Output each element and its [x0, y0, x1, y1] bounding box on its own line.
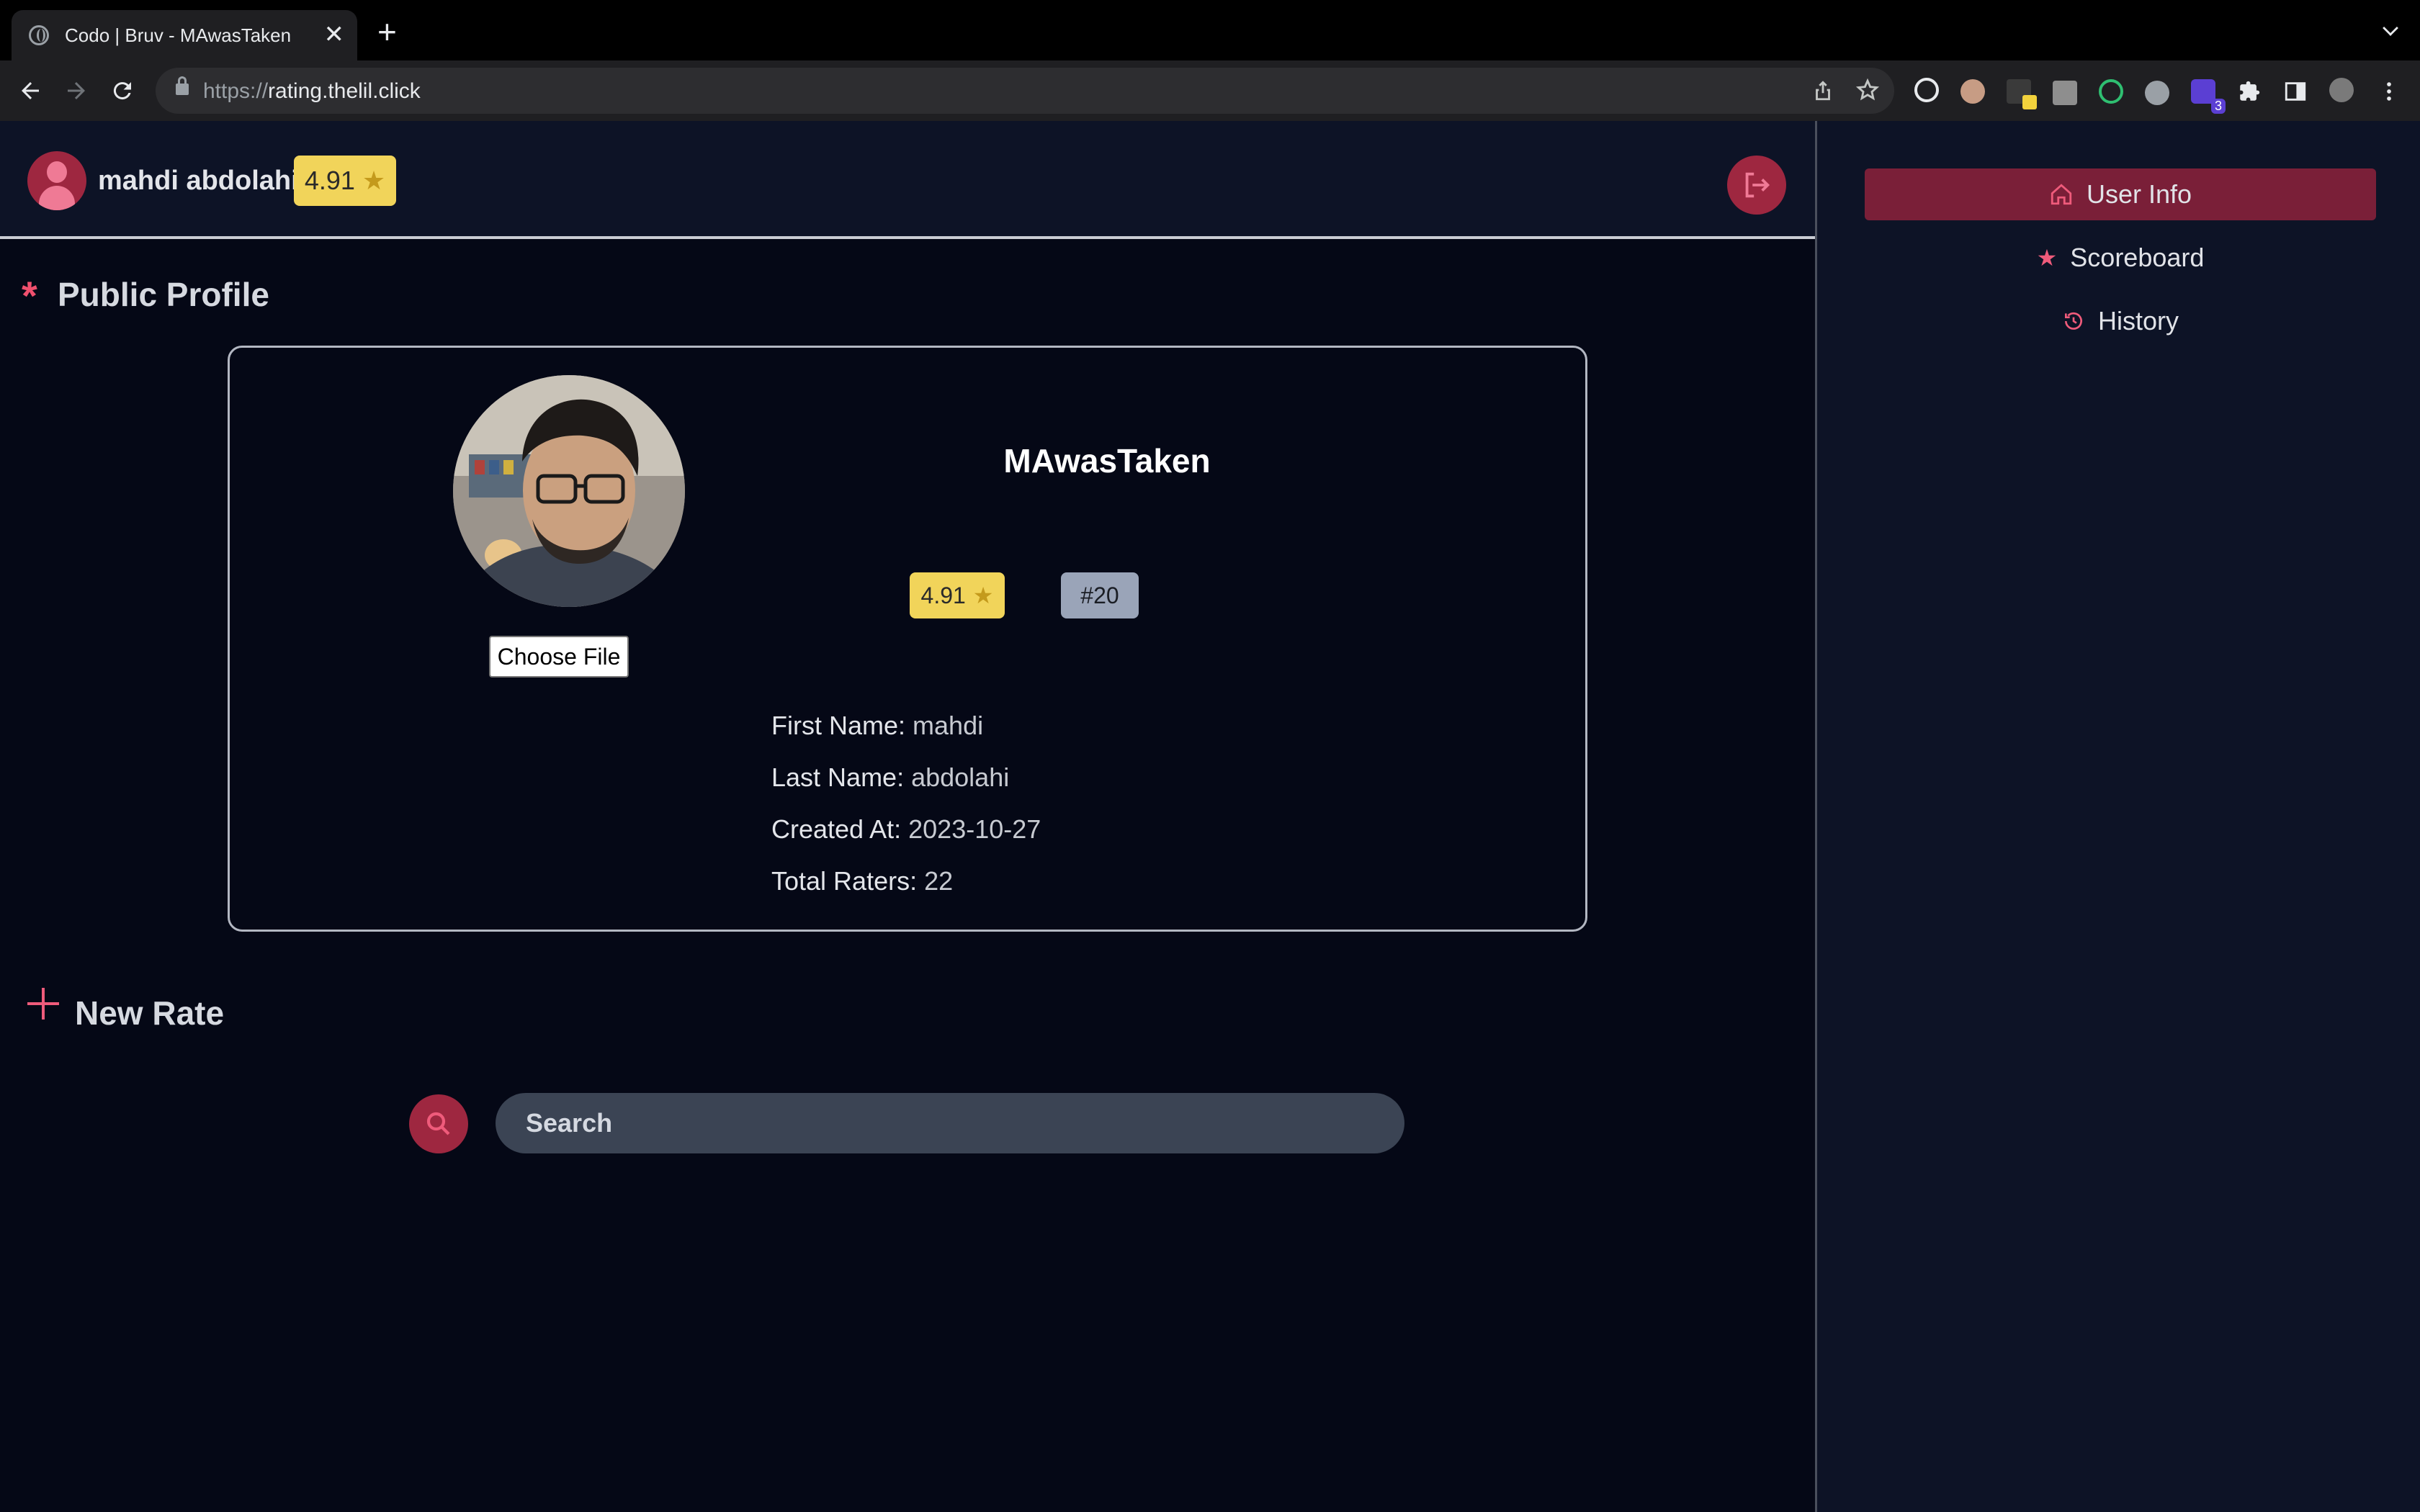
choose-file-button[interactable]: Choose File — [489, 636, 629, 678]
star-icon: ★ — [972, 582, 994, 608]
sidebar: User Info ★ Scoreboard History — [1815, 121, 2420, 1512]
sidebar-item-label: User Info — [2086, 179, 2192, 209]
address-bar[interactable]: https://rating.thelil.click — [156, 68, 1894, 114]
back-icon[interactable] — [17, 78, 43, 104]
share-icon[interactable] — [1811, 78, 1835, 102]
puzzle-extensions-icon[interactable] — [2237, 79, 2262, 104]
sidebar-item-history[interactable]: History — [1865, 295, 2376, 347]
last-name-line: Last Name: abdolahi — [771, 762, 1010, 792]
browser-toolbar: https://rating.thelil.click 3 — [0, 60, 2420, 121]
logout-icon — [1745, 172, 1770, 198]
tab-search-chevron-icon[interactable] — [2383, 20, 2398, 36]
profile-rating-value: 4.91 — [920, 582, 966, 608]
close-tab-icon[interactable]: ✕ — [324, 20, 345, 49]
lock-icon[interactable] — [176, 76, 189, 95]
star-icon: ★ — [2036, 245, 2058, 271]
more-menu-icon[interactable] — [2377, 79, 2401, 104]
extension-pen-icon[interactable] — [2007, 79, 2037, 109]
star-icon: ★ — [362, 166, 386, 195]
extension-face-icon[interactable] — [1960, 79, 1985, 104]
extension-gauge-icon[interactable] — [1914, 78, 1939, 102]
first-name-line: First Name: mahdi — [771, 711, 984, 740]
total-raters-line: Total Raters: 22 — [771, 866, 954, 896]
tab-title: Codo | Bruv - MAwasTaken — [65, 24, 292, 46]
app-header: mahdi abdolahi 4.91 ★ — [0, 121, 1815, 239]
logout-button[interactable] — [1727, 156, 1786, 215]
new-tab-button[interactable]: + — [377, 15, 397, 48]
sidebar-item-label: Scoreboard — [2070, 243, 2205, 272]
new-rate-title: New Rate — [75, 994, 225, 1032]
search-button[interactable] — [409, 1094, 468, 1153]
browser-tab[interactable]: Codo | Bruv - MAwasTaken ✕ — [12, 10, 357, 60]
sidebar-item-scoreboard[interactable]: ★ Scoreboard — [1865, 232, 2376, 284]
profile-photo — [453, 375, 685, 607]
extension-cube-icon[interactable]: 3 — [2191, 79, 2226, 114]
profile-username: MAwasTaken — [1003, 442, 1211, 480]
user-avatar-icon[interactable] — [27, 151, 86, 210]
history-icon — [2064, 312, 2082, 330]
browser-tab-bar: Codo | Bruv - MAwasTaken ✕ + — [0, 0, 2420, 60]
forward-icon[interactable] — [63, 78, 89, 104]
reload-icon[interactable] — [109, 78, 135, 104]
asterisk-icon: * — [22, 273, 37, 318]
extension-grid-icon[interactable] — [2053, 81, 2077, 105]
profile-rating-badge: 4.91 ★ — [910, 572, 1005, 618]
search-input[interactable] — [496, 1093, 1404, 1153]
extension-ring-icon[interactable] — [2099, 79, 2123, 104]
extension-cloud-icon[interactable] — [2145, 81, 2169, 105]
bookmark-star-icon[interactable] — [1855, 78, 1880, 102]
sidebar-item-label: History — [2097, 306, 2179, 336]
globe-icon — [29, 25, 49, 45]
main-content: * Public Profile Choose File MAwasTaken … — [0, 242, 1815, 1512]
side-panel-icon[interactable] — [2283, 79, 2308, 104]
public-profile-title: Public Profile — [58, 276, 269, 313]
home-icon — [2051, 184, 2072, 205]
sidebar-item-user-info[interactable]: User Info — [1865, 168, 2376, 220]
header-user-name: mahdi abdolahi — [98, 166, 299, 196]
profile-avatar-icon[interactable] — [2329, 78, 2354, 102]
search-icon — [426, 1112, 450, 1135]
header-rating-badge: 4.91 ★ — [294, 156, 396, 206]
header-rating-value: 4.91 — [304, 166, 355, 195]
created-at-line: Created At: 2023-10-27 — [771, 814, 1041, 844]
url-text: https://rating.thelil.click — [203, 79, 421, 103]
rank-badge: #20 — [1061, 572, 1139, 618]
plus-icon — [26, 986, 60, 1021]
profile-card: Choose File MAwasTaken 4.91 ★ #20 First … — [228, 346, 1587, 932]
